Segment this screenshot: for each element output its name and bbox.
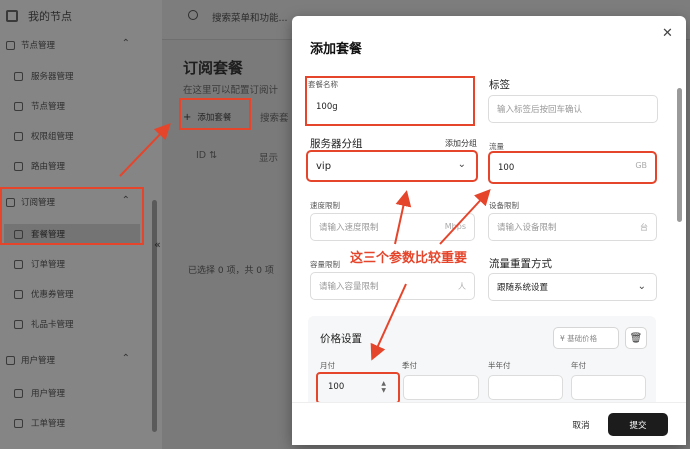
arrow-to-add-button [119, 123, 171, 177]
arrow-to-monthly-price [370, 283, 407, 361]
arrow-to-traffic [439, 189, 491, 245]
arrow-to-server-group [394, 190, 412, 245]
annotation-arrows [119, 123, 491, 361]
